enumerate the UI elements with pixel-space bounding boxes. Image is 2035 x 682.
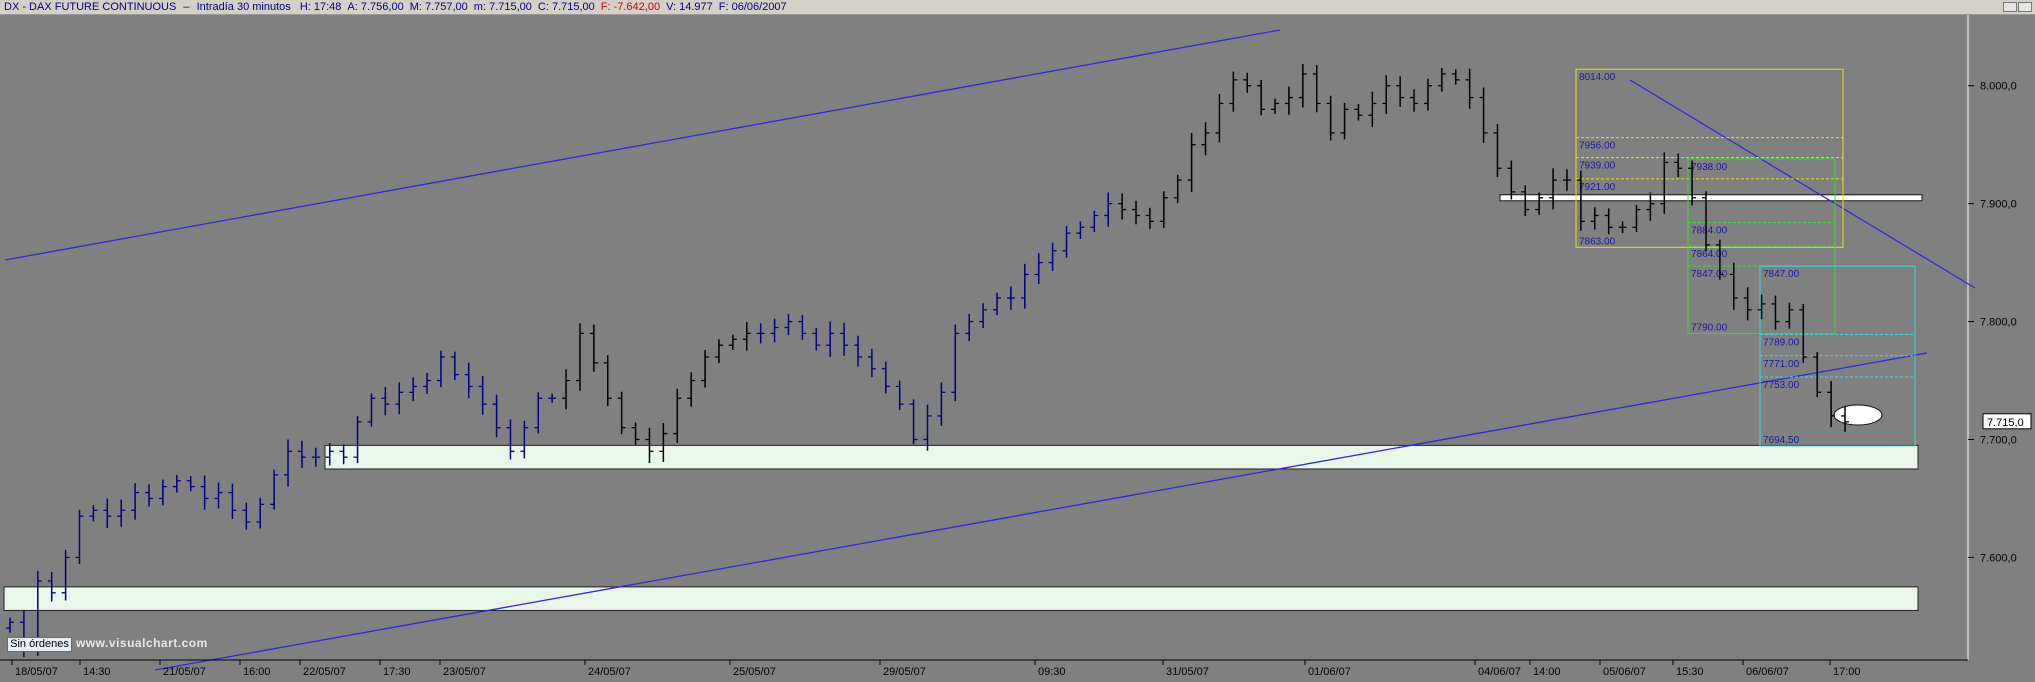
x-tick-label: 17:30 [383,666,411,677]
fib-cyan-label-1: 7789.00 [1763,338,1800,349]
x-tick-label: 05/06/07 [1603,666,1646,677]
minimize-button[interactable] [2003,2,2017,12]
stat-1: A: 7.756,00 [347,1,404,13]
stat-0: H: 17:48 [299,1,342,13]
ohlc-stats: H: 17:48 A: 7.756,00 M: 7.757,00 m: 7.715,0… [294,0,787,14]
y-tick-label: 7.800,0 [1980,317,2017,329]
x-tick-label: 23/05/07 [443,666,486,677]
stat-3: m: 7.715,00 [473,1,532,13]
ohlc-chart-svg[interactable]: 8014.00 7956.00 7939.00 7921.00 7863.00 7938.… [0,15,2035,678]
fib-cyan-label-0: 7847.00 [1763,269,1800,280]
x-tick-label: 15:30 [1676,666,1704,677]
stat-6: V: 14.977 [666,1,713,13]
stat-2: M: 7.757,00 [409,1,468,13]
fib-green-label-1: 7884.00 [1691,226,1728,237]
y-tick-label: 7.700,0 [1980,434,2017,446]
x-tick-label: 14:30 [83,666,111,677]
x-tick-label: 24/05/07 [588,666,631,677]
symbol-title: DX - DAX FUTURE CONTINUOUS [4,1,177,13]
stat-4: C: 7.715,00 [537,1,595,13]
support-zone-0 [324,444,1919,470]
stat-5: F: -7.642,00 [600,1,661,13]
x-tick-label: 09:30 [1038,666,1066,677]
fib-yellow-label-4: 7863.00 [1579,236,1616,247]
y-tick-label: 7.600,0 [1980,552,2017,564]
fib-green-label-0: 7938.00 [1691,162,1728,173]
last-price-label: 7.715,0 [1987,417,2024,429]
resistance-line [1499,194,1923,202]
fib-cyan-label-3: 7753.00 [1763,380,1800,391]
target-marker [1833,404,1883,426]
plot-area [0,15,1968,660]
fib-yellow-label-0: 8014.00 [1579,72,1616,83]
fib-yellow-label-1: 7956.00 [1579,141,1616,152]
x-tick-label: 04/06/07 [1478,666,1521,677]
fib-yellow-label-2: 7939.00 [1579,161,1616,172]
watermark-text: www.visualchart.com [76,636,208,650]
x-tick-label: 29/05/07 [883,666,926,677]
x-tick-label: 06/06/07 [1746,666,1789,677]
timeframe-label: Intradía 30 minutos [196,1,291,13]
x-tick-label: 31/05/07 [1166,666,1209,677]
price-axis [1968,15,2035,677]
x-tick-label: 01/06/07 [1308,666,1351,677]
fib-cyan-label-2: 7771.00 [1763,359,1800,370]
chart-window-titlebar: DX - DAX FUTURE CONTINUOUS – Intradía 30… [0,0,2035,15]
x-tick-label: 22/05/07 [303,666,346,677]
close-button[interactable] [2018,2,2032,12]
price-chart[interactable]: 8014.00 7956.00 7939.00 7921.00 7863.00 7938.… [0,15,2035,678]
x-tick-label: 14:00 [1533,666,1561,677]
x-tick-label: 17:00 [1833,666,1861,677]
orders-button[interactable]: Sin órdenes [7,637,72,652]
x-tick-label: 16:00 [243,666,271,677]
x-tick-label: 21/05/07 [163,666,206,677]
x-tick-label: 18/05/07 [15,666,58,677]
fib-cyan-label-4: 7694.50 [1763,435,1800,446]
fib-green-label-4: 7790.00 [1691,322,1728,333]
stat-7: F: 06/06/2007 [718,1,787,13]
fib-yellow-label-3: 7921.00 [1579,182,1616,193]
y-tick-label: 7.900,0 [1980,199,2017,211]
support-zone-1 [3,586,1919,611]
x-tick-label: 25/05/07 [733,666,776,677]
fib-green-label-2: 7864.00 [1691,249,1728,260]
y-tick-label: 8.000,0 [1980,81,2017,93]
